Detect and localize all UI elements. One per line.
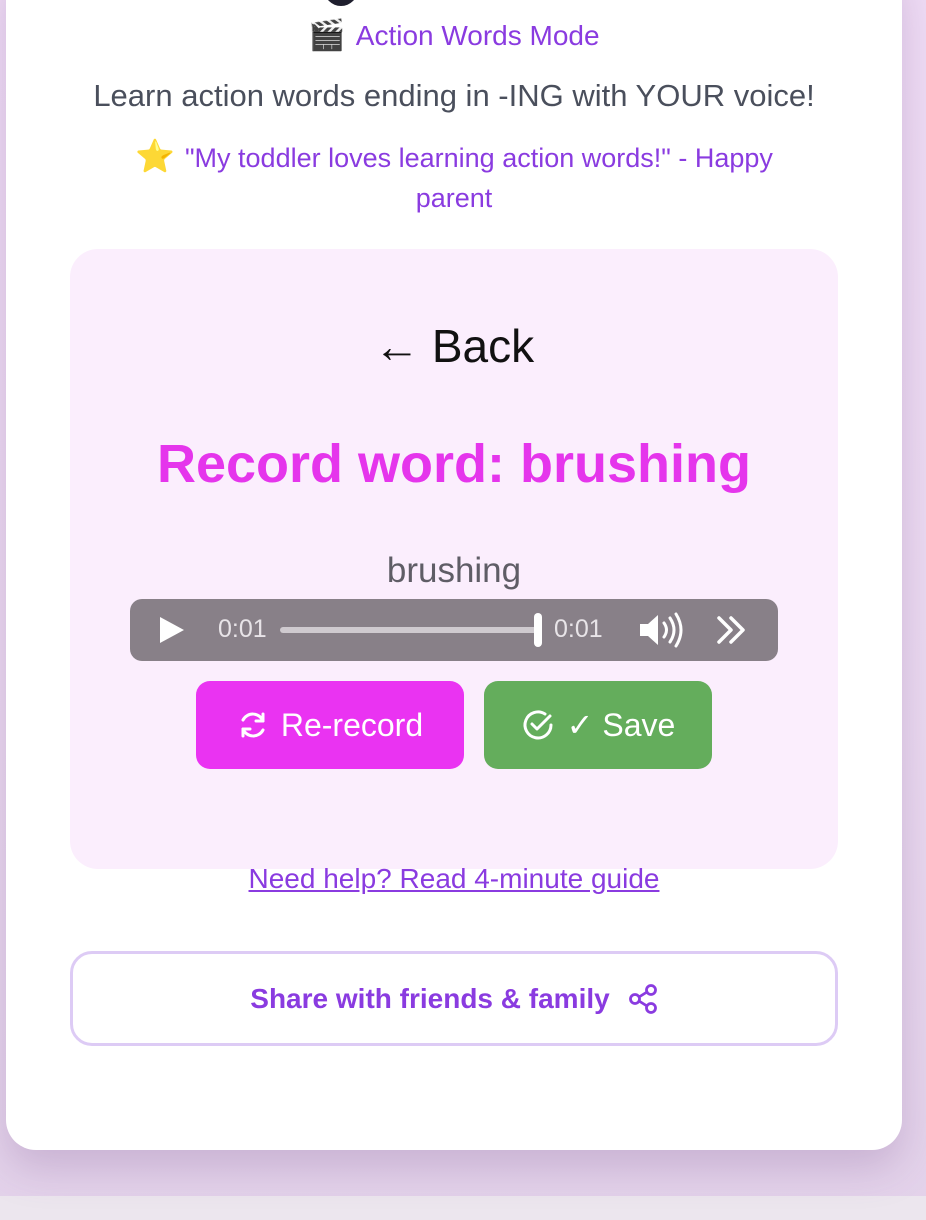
audio-player[interactable]: 0:01 0:01 xyxy=(130,599,778,661)
share-button[interactable]: Share with friends & family xyxy=(70,951,838,1046)
app-title-fragment xyxy=(324,0,358,6)
rerecord-label: Re-record xyxy=(280,706,424,743)
share-icon xyxy=(628,983,658,1015)
more-options-icon[interactable] xyxy=(714,613,748,652)
testimonial-text: "My toddler loves learning action words!… xyxy=(184,143,773,213)
share-label: Share with friends & family xyxy=(250,982,610,1014)
page-subtitle: Learn action words ending in -ING with Y… xyxy=(93,78,815,113)
save-button[interactable]: ✓ Save xyxy=(484,681,712,769)
audio-progress-thumb[interactable] xyxy=(534,613,542,647)
current-time: 0:01 xyxy=(218,615,267,643)
word-display: brushing xyxy=(386,551,522,590)
back-label: Back xyxy=(431,320,535,372)
audio-progress-track[interactable] xyxy=(280,627,538,633)
mode-label: Action Words Mode xyxy=(355,20,600,51)
mode-indicator: 🎬 Action Words Mode xyxy=(6,18,902,53)
save-label: ✓ Save xyxy=(566,707,676,743)
record-title: Record word: brushing xyxy=(157,434,751,494)
record-panel: ← Back Record word: brushing brushing 0:0… xyxy=(70,249,838,869)
refresh-icon xyxy=(237,709,269,741)
duration-time: 0:01 xyxy=(554,615,603,643)
play-icon[interactable] xyxy=(160,617,184,643)
check-circle-icon xyxy=(521,708,555,742)
back-button[interactable]: ← Back xyxy=(70,319,838,373)
arrow-left-icon: ← xyxy=(373,320,420,372)
star-icon: ⭐ xyxy=(135,137,175,175)
page-bottom-strip xyxy=(0,1196,926,1220)
rerecord-button[interactable]: Re-record xyxy=(196,681,464,769)
main-card: 🎬 Action Words Mode Learn action words en… xyxy=(6,0,902,1150)
clapperboard-icon: 🎬 xyxy=(308,18,346,53)
testimonial: ⭐ "My toddler loves learning action words… xyxy=(96,136,812,218)
volume-icon[interactable] xyxy=(636,611,686,654)
help-guide-link[interactable]: Need help? Read 4-minute guide xyxy=(6,863,902,895)
